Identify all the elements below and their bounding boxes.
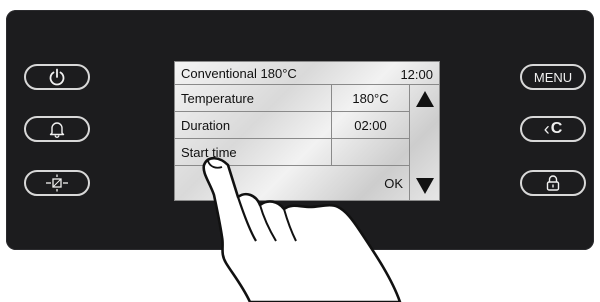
- row-label: Duration: [181, 118, 231, 133]
- chevron-left-icon: ‹: [543, 119, 550, 139]
- list-item-temperature[interactable]: Temperature 180°C: [175, 85, 409, 112]
- bell-button[interactable]: [24, 116, 90, 142]
- list-item-duration[interactable]: Duration 02:00: [175, 112, 409, 139]
- bell-icon: [48, 120, 66, 138]
- triangle-up-icon[interactable]: [415, 90, 435, 113]
- lock-button[interactable]: [520, 170, 586, 196]
- row-label: Temperature: [181, 91, 254, 106]
- power-button[interactable]: [24, 64, 90, 90]
- row-value[interactable]: 02:00: [331, 112, 409, 138]
- power-icon: [48, 68, 66, 86]
- light-icon: [44, 174, 70, 192]
- menu-label: MENU: [533, 69, 573, 85]
- pointing-hand-icon: [202, 156, 402, 302]
- program-title: Conventional 180°C: [181, 66, 297, 81]
- screen-header: Conventional 180°C 12:00: [175, 62, 439, 85]
- lock-icon: [544, 174, 562, 192]
- light-button[interactable]: [24, 170, 90, 196]
- menu-button[interactable]: MENU: [520, 64, 586, 90]
- row-value[interactable]: 180°C: [331, 85, 409, 111]
- clock: 12:00: [400, 67, 433, 82]
- back-clear-button[interactable]: ‹ C: [520, 116, 586, 142]
- back-clear-label: C: [550, 120, 563, 137]
